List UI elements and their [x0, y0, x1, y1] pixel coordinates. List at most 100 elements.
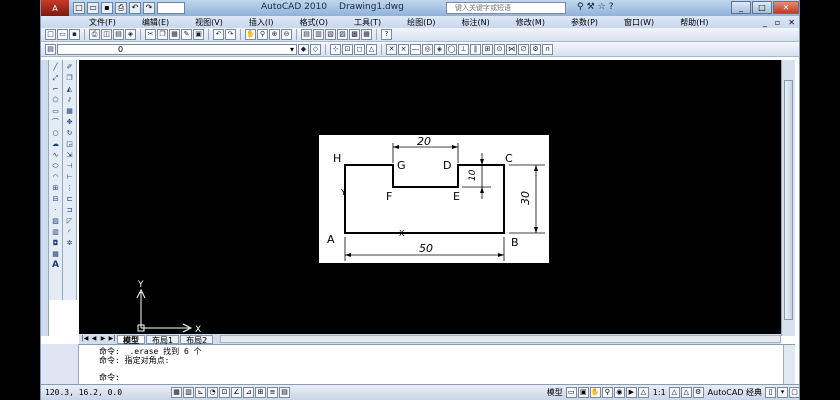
quick-view-layouts-icon[interactable]: ▭ — [565, 387, 577, 398]
menu-modify[interactable]: 修改(M) — [516, 17, 545, 28]
spline-icon[interactable]: ∿ — [50, 150, 61, 160]
trim-icon[interactable]: ⊣ — [64, 161, 75, 171]
break-icon[interactable]: ⊏ — [64, 194, 75, 204]
pan-icon[interactable]: ✋ — [245, 29, 256, 40]
tab-prev-icon[interactable]: ◀ — [90, 335, 98, 343]
zoom-realtime-icon[interactable]: ⚲ — [257, 29, 268, 40]
menu-window[interactable]: 窗口(W) — [624, 17, 654, 28]
coordinate-readout[interactable]: 120.3, 16.2, 0.0 — [41, 388, 171, 397]
extend-icon[interactable]: ⊢ — [64, 172, 75, 182]
insert-block-icon[interactable]: ⊞ — [50, 183, 61, 193]
array-icon[interactable]: ▦ — [64, 106, 75, 116]
plot-icon[interactable]: ⎙ — [89, 29, 100, 40]
annotation-scale-icon[interactable]: △ — [637, 387, 649, 398]
snap-tracking-icon[interactable]: ⊹ — [330, 44, 341, 55]
application-menu-button[interactable]: A — [41, 0, 69, 16]
mirror-icon[interactable]: ◭ — [64, 84, 75, 94]
arc-icon[interactable]: ⌒ — [50, 117, 61, 127]
minimize-button[interactable]: _ — [731, 1, 751, 14]
extension-snap-icon[interactable]: ― — [410, 44, 421, 55]
lineweight-icon[interactable]: ≡ — [267, 387, 278, 398]
menu-edit[interactable]: 编辑(E) — [142, 17, 169, 28]
tangent-snap-icon[interactable]: ◯ — [446, 44, 457, 55]
annotation-scale-value[interactable]: 1:1 — [653, 388, 666, 397]
tab-layout2[interactable]: 布局2 — [180, 334, 214, 345]
polyline-icon[interactable]: ⌐ — [50, 84, 61, 94]
horizontal-scrollbar[interactable] — [220, 335, 781, 343]
star-icon[interactable]: ☆ — [598, 2, 606, 12]
nearest-snap-icon[interactable]: ⋈ — [506, 44, 517, 55]
osnap-settings-icon[interactable]: ⚙ — [530, 44, 541, 55]
make-current-icon[interactable]: ◆ — [298, 44, 309, 55]
save-icon[interactable]: ▪ — [101, 2, 113, 14]
rotate-icon[interactable]: ↻ — [64, 128, 75, 138]
help-search-input[interactable]: 键入关键字或短语 — [446, 2, 566, 14]
binoculars-icon[interactable]: ⚲ — [577, 2, 584, 12]
snap-mode-icon[interactable]: ▦ — [171, 387, 182, 398]
command-scrollbar[interactable] — [783, 345, 795, 385]
pan-status-icon[interactable]: ✋ — [589, 387, 601, 398]
revision-cloud-icon[interactable]: ☁ — [50, 139, 61, 149]
cut-icon[interactable]: ✂ — [145, 29, 156, 40]
quick-view-drawings-icon[interactable]: ▣ — [577, 387, 589, 398]
scale-icon[interactable]: ◲ — [64, 139, 75, 149]
ellipse-arc-icon[interactable]: ◠ — [50, 172, 61, 182]
stretch-icon[interactable]: ⇲ — [64, 150, 75, 160]
doc-close-button[interactable]: ✕ — [788, 18, 795, 27]
block-editor-icon[interactable]: ▣ — [193, 29, 204, 40]
polygon-icon[interactable]: ⬠ — [50, 95, 61, 105]
break-at-point-icon[interactable]: ⋮ — [64, 183, 75, 193]
ducs-icon[interactable]: ⊿ — [243, 387, 254, 398]
menu-draw[interactable]: 绘图(D) — [407, 17, 435, 28]
lock-icon[interactable]: ▯ — [765, 387, 776, 398]
redo-icon[interactable]: ↷ — [143, 2, 155, 14]
open-icon[interactable]: ▭ — [87, 2, 99, 14]
workspace-box[interactable] — [157, 2, 185, 14]
annotation-visibility-icon[interactable]: △ — [668, 387, 680, 398]
snap-none-icon[interactable]: ∅ — [518, 44, 529, 55]
insert-snap-icon[interactable]: ⊞ — [482, 44, 493, 55]
close-button[interactable]: ✕ — [773, 1, 799, 14]
model-space-label[interactable]: 模型 — [547, 387, 563, 398]
otrack-icon[interactable]: ∠ — [231, 387, 242, 398]
menu-tools[interactable]: 工具(T) — [354, 17, 381, 28]
line-icon[interactable]: ╱ — [50, 62, 61, 72]
perpendicular-snap-icon[interactable]: ⊥ — [458, 44, 469, 55]
menu-help[interactable]: 帮助(H) — [680, 17, 708, 28]
help-icon[interactable]: ? — [609, 2, 614, 12]
ellipse-icon[interactable]: ⬭ — [50, 161, 61, 171]
grid-display-icon[interactable]: ▥ — [183, 387, 194, 398]
menu-insert[interactable]: 插入(I) — [249, 17, 274, 28]
quick-properties-icon[interactable]: ▤ — [279, 387, 290, 398]
auto-scale-icon[interactable]: △ — [680, 387, 692, 398]
plot-preview-icon[interactable]: ◫ — [101, 29, 112, 40]
command-prompt[interactable]: 命令: — [99, 373, 120, 382]
tab-first-icon[interactable]: |◀ — [81, 335, 89, 343]
menu-dimension[interactable]: 标注(N) — [462, 17, 490, 28]
doc-minimize-button[interactable]: _ — [763, 18, 767, 27]
save-file-icon[interactable]: ▪ — [69, 29, 80, 40]
make-block-icon[interactable]: ⊟ — [50, 194, 61, 204]
fillet-icon[interactable]: ◜ — [64, 227, 75, 237]
doc-restore-button[interactable]: ▫ — [775, 18, 780, 27]
publish-icon[interactable]: ▤ — [113, 29, 124, 40]
new-icon[interactable]: □ — [73, 2, 85, 14]
maximize-button[interactable]: □ — [752, 1, 772, 14]
quadrant-snap-icon[interactable]: ◈ — [434, 44, 445, 55]
undo-icon[interactable]: ↶ — [129, 2, 141, 14]
properties-icon[interactable]: ▤ — [301, 29, 312, 40]
tab-model[interactable]: 模型 — [117, 334, 145, 345]
menu-format[interactable]: 格式(O) — [299, 17, 328, 28]
erase-icon[interactable]: ✐ — [64, 62, 75, 72]
3d-dwf-icon[interactable]: ◈ — [125, 29, 136, 40]
menu-view[interactable]: 视图(V) — [195, 17, 223, 28]
zoom-previous-icon[interactable]: ⊖ — [281, 29, 292, 40]
new-file-icon[interactable]: □ — [45, 29, 56, 40]
hatch-icon[interactable]: ▨ — [50, 216, 61, 226]
circle-icon[interactable]: ○ — [50, 128, 61, 138]
command-window[interactable]: 命令: _.erase 找到 6 个 命令: 指定对角点: 命令: — [79, 344, 795, 385]
gradient-icon[interactable]: ▥ — [50, 227, 61, 237]
tool-palettes-icon[interactable]: ▧ — [325, 29, 336, 40]
tab-layout1[interactable]: 布局1 — [146, 334, 180, 345]
match-properties-icon[interactable]: ✎ — [181, 29, 192, 40]
